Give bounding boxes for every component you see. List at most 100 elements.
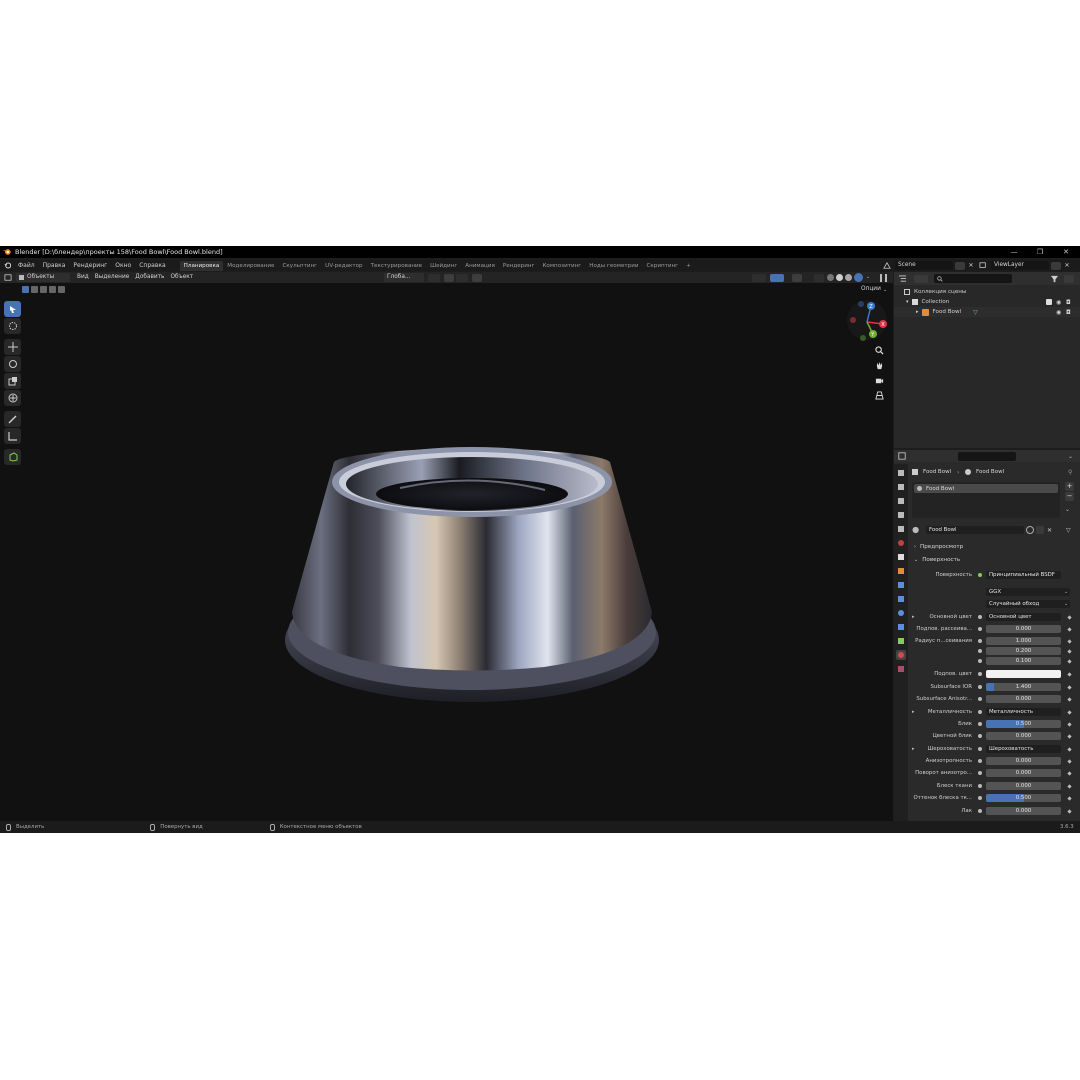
- scene-selector[interactable]: Scene: [895, 261, 953, 270]
- cursor-tool[interactable]: [4, 318, 21, 334]
- view-layer-icon[interactable]: [977, 261, 989, 270]
- options-button[interactable]: Опции: [858, 285, 884, 294]
- view-layer-tab-icon[interactable]: [896, 510, 906, 520]
- navigation-gizmo[interactable]: X Z Y: [845, 298, 890, 343]
- duplicate-material-icon[interactable]: [1036, 526, 1044, 534]
- tab-compositing[interactable]: Композитинг: [538, 261, 585, 271]
- param-value-field[interactable]: Шероховатость: [986, 745, 1061, 753]
- filter-icon[interactable]: [1050, 275, 1062, 283]
- tab-texture-paint[interactable]: Текстурирование: [367, 261, 427, 271]
- socket-icon[interactable]: [978, 615, 982, 619]
- param-value-field[interactable]: 0.000: [986, 769, 1061, 777]
- param-value-field[interactable]: 0.000: [986, 782, 1061, 790]
- properties-editor-icon[interactable]: [898, 452, 910, 460]
- keyframe-icon[interactable]: [1067, 783, 1072, 789]
- socket-icon[interactable]: [978, 747, 982, 751]
- pivot-point-icon[interactable]: [428, 273, 440, 282]
- keyframe-icon[interactable]: [1067, 795, 1072, 801]
- socket-icon[interactable]: [978, 734, 982, 738]
- camera-view-icon[interactable]: [871, 373, 887, 387]
- zoom-icon[interactable]: [871, 343, 887, 357]
- param-value-field[interactable]: 0.200: [986, 647, 1061, 655]
- menu-view[interactable]: Вид: [74, 273, 92, 282]
- move-tool[interactable]: [4, 339, 21, 355]
- param-value-field[interactable]: 0.000: [986, 732, 1061, 740]
- keyframe-icon[interactable]: [1067, 709, 1072, 715]
- keyframe-icon[interactable]: [1067, 626, 1072, 632]
- physics-tab-icon[interactable]: [896, 608, 906, 618]
- solid-shading-icon[interactable]: [836, 274, 843, 281]
- select-invert-icon[interactable]: [49, 286, 56, 293]
- add-cube-tool[interactable]: [4, 449, 21, 465]
- socket-icon[interactable]: [978, 639, 982, 643]
- slot-menu-chevron-icon[interactable]: ⌄: [1065, 506, 1070, 513]
- socket-icon[interactable]: [978, 722, 982, 726]
- tab-shading[interactable]: Шейдинг: [426, 261, 461, 271]
- menu-window[interactable]: Окно: [111, 262, 135, 269]
- transform-orientation-selector[interactable]: Глоба...: [384, 273, 424, 282]
- material-preview-icon[interactable]: [845, 274, 852, 281]
- keyframe-icon[interactable]: [1067, 671, 1072, 677]
- select-new-icon[interactable]: [22, 286, 29, 293]
- outliner-row-collection[interactable]: ▾ Collection ◉ ◘: [894, 297, 1080, 307]
- param-value-field[interactable]: Металличность: [986, 708, 1061, 716]
- menu-render[interactable]: Рендеринг: [69, 262, 111, 269]
- socket-icon[interactable]: [978, 784, 982, 788]
- socket-icon[interactable]: [978, 809, 982, 813]
- wireframe-shading-icon[interactable]: [827, 274, 834, 281]
- material-slot-list[interactable]: Food Bowl: [912, 482, 1060, 518]
- subsurface-method-select[interactable]: Случайный обход: [986, 600, 1070, 608]
- socket-icon[interactable]: [978, 771, 982, 775]
- socket-icon[interactable]: [978, 759, 982, 763]
- editor-type-icon[interactable]: [0, 274, 16, 281]
- tab-geometry-nodes[interactable]: Ноды геометрии: [585, 261, 642, 271]
- xray-icon[interactable]: [814, 273, 824, 282]
- rotate-tool[interactable]: [4, 356, 21, 372]
- minimize-icon[interactable]: —: [1003, 246, 1025, 258]
- keyframe-icon[interactable]: [1067, 658, 1072, 664]
- options-chevron-icon[interactable]: ⌄: [1068, 453, 1073, 460]
- param-value-field[interactable]: 1.000: [986, 637, 1061, 645]
- param-value-field[interactable]: 0.000: [986, 695, 1061, 703]
- perspective-toggle-icon[interactable]: [871, 388, 887, 402]
- camera-icon[interactable]: ◘: [1066, 299, 1071, 306]
- tool-tab-icon[interactable]: [896, 468, 906, 478]
- scale-tool[interactable]: [4, 373, 21, 389]
- mesh-data-icon[interactable]: ▽: [973, 309, 978, 316]
- maximize-icon[interactable]: ❐: [1029, 246, 1051, 258]
- material-name-field[interactable]: Food Bowl: [926, 526, 1024, 534]
- keyframe-icon[interactable]: [1067, 733, 1072, 739]
- menu-select[interactable]: Выделение: [92, 273, 133, 282]
- select-intersect-icon[interactable]: [58, 286, 65, 293]
- socket-icon[interactable]: [978, 659, 982, 663]
- param-value-field[interactable]: 0.500: [986, 794, 1061, 802]
- socket-icon[interactable]: [978, 710, 982, 714]
- outliner-editor-icon[interactable]: [898, 274, 910, 283]
- param-value-field[interactable]: Основной цвет: [986, 613, 1061, 621]
- param-value-field[interactable]: 1.400: [986, 683, 1061, 691]
- socket-icon[interactable]: [978, 697, 982, 701]
- outliner-row-scene-collection[interactable]: Коллекция сцены: [894, 287, 1080, 297]
- shading-options-icon[interactable]: ⌄: [866, 274, 874, 282]
- snap-target-icon[interactable]: [456, 273, 468, 282]
- transform-tool[interactable]: [4, 390, 21, 406]
- annotate-tool[interactable]: [4, 411, 21, 427]
- 3d-viewport[interactable]: [0, 272, 893, 821]
- keyframe-icon[interactable]: [1067, 638, 1072, 644]
- socket-icon[interactable]: [978, 649, 982, 653]
- tab-scripting[interactable]: Скриптинг: [642, 261, 682, 271]
- keyframe-icon[interactable]: [1067, 614, 1072, 620]
- close-icon[interactable]: ✕: [1055, 246, 1077, 258]
- link-type-icon[interactable]: ▽: [1066, 527, 1071, 534]
- gizmo-toggle-icon[interactable]: [770, 273, 784, 282]
- socket-icon[interactable]: [978, 627, 982, 631]
- unlink-material-icon[interactable]: ✕: [1047, 527, 1052, 534]
- keyframe-icon[interactable]: [1067, 746, 1072, 752]
- param-value-field[interactable]: [986, 670, 1061, 678]
- menu-file[interactable]: Файл: [14, 262, 39, 269]
- collection-tab-icon[interactable]: [896, 552, 906, 562]
- checkbox-icon[interactable]: [1046, 299, 1052, 305]
- output-tab-icon[interactable]: [896, 496, 906, 506]
- surface-section-header[interactable]: ⌄ Поверхность: [910, 554, 1080, 565]
- display-mode-icon[interactable]: [914, 274, 928, 283]
